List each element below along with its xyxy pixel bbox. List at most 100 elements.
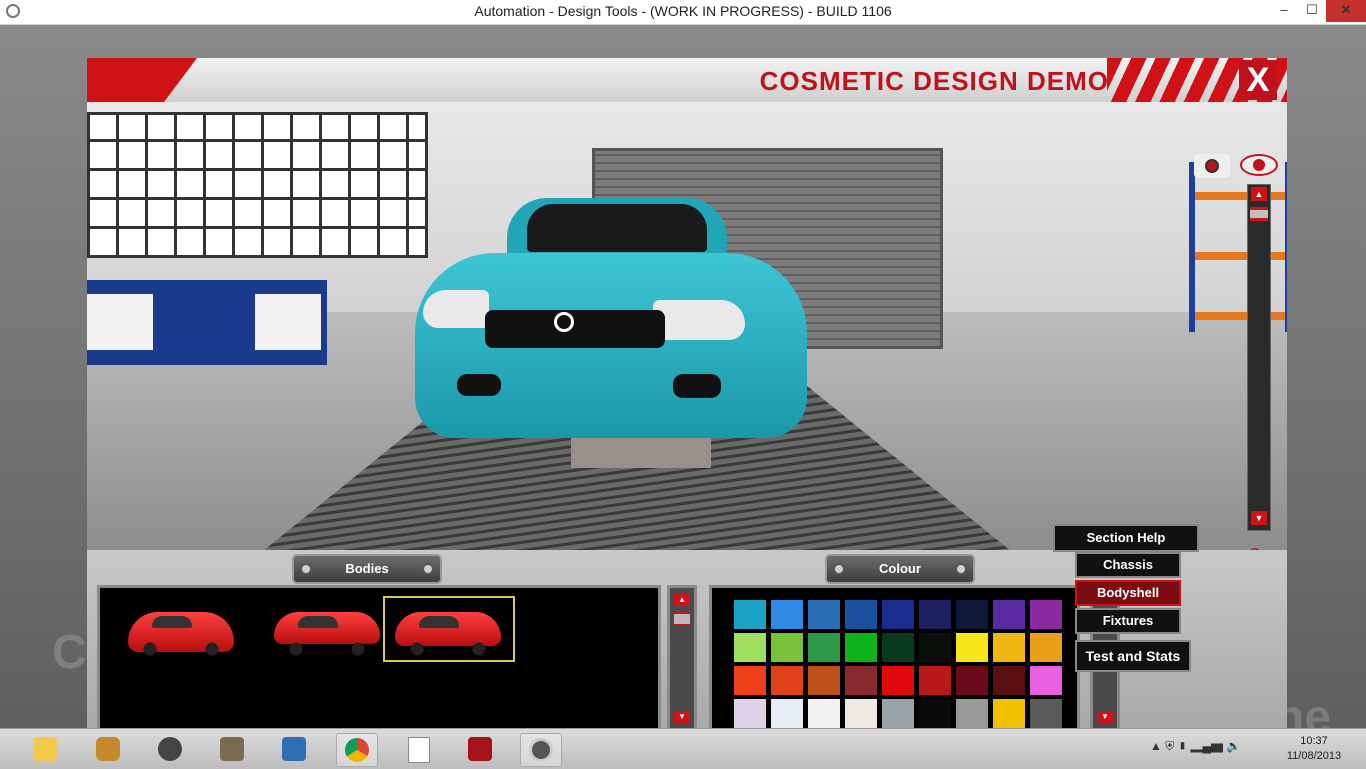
bolt-icon	[422, 563, 434, 575]
car-vent-left	[457, 374, 501, 396]
speaker-icon	[158, 737, 182, 761]
close-window-button[interactable]: ✕	[1326, 0, 1366, 22]
doc-icon	[220, 737, 244, 761]
colour-swatch[interactable]	[808, 600, 840, 629]
car-model[interactable]	[415, 198, 807, 498]
close-demo-button[interactable]: X	[1239, 60, 1277, 100]
zoom-slider-thumb[interactable]	[1250, 207, 1268, 221]
maximize-button[interactable]: ☐	[1298, 0, 1326, 22]
clock[interactable]: 10:37 11/08/2013	[1282, 734, 1346, 764]
colour-swatch[interactable]	[1030, 600, 1062, 629]
colour-swatch[interactable]	[956, 699, 988, 728]
car-windshield	[527, 204, 707, 252]
body-option-hatchback[interactable]	[118, 598, 248, 662]
bodies-list	[97, 585, 661, 734]
colour-swatch[interactable]	[808, 633, 840, 662]
window-titlebar: Automation - Design Tools - (WORK IN PRO…	[0, 0, 1366, 25]
workbench	[87, 280, 327, 365]
colour-swatch[interactable]	[1030, 633, 1062, 662]
bodyshell-button[interactable]: Bodyshell	[1075, 580, 1181, 606]
app-icon	[96, 737, 120, 761]
demo-title: COSMETIC DESIGN DEMO	[759, 66, 1109, 96]
bodies-scrollbar[interactable]: ▲ ▼	[667, 585, 697, 734]
bolt-icon	[833, 563, 845, 575]
scroll-down-button[interactable]: ▼	[674, 711, 690, 723]
section-help-button[interactable]: Section Help	[1053, 524, 1199, 552]
colour-swatch[interactable]	[919, 699, 951, 728]
colour-swatch[interactable]	[771, 633, 803, 662]
colour-swatch[interactable]	[919, 666, 951, 695]
automation-icon	[529, 738, 553, 762]
fixtures-button[interactable]: Fixtures	[1075, 608, 1181, 634]
taskbar-file[interactable]	[398, 733, 438, 765]
scroll-down-button[interactable]: ▼	[1097, 711, 1113, 723]
bolt-icon	[955, 563, 967, 575]
taskbar-app-blue[interactable]	[274, 733, 314, 765]
power-icon	[468, 737, 492, 761]
body-option-coupe-selected[interactable]	[383, 596, 515, 662]
colour-swatch[interactable]	[919, 600, 951, 629]
system-tray[interactable]: ▲ ⛨ ▮ ▂▄▆ 🔈	[1150, 739, 1241, 754]
colour-swatch[interactable]	[808, 699, 840, 728]
reset-view-icon[interactable]: ⊗	[1240, 542, 1270, 550]
bolt-icon	[300, 563, 312, 575]
colour-swatch[interactable]	[808, 666, 840, 695]
eye-icon[interactable]	[1240, 154, 1278, 176]
colour-swatch[interactable]	[845, 600, 877, 629]
minimize-button[interactable]: –	[1270, 0, 1298, 22]
taskbar-doc-app[interactable]	[212, 733, 252, 765]
car-headlight-left	[423, 290, 489, 328]
taskbar-speaker-app[interactable]	[150, 733, 190, 765]
zoom-slider[interactable]: ▲ ▼	[1247, 184, 1271, 531]
colour-swatch[interactable]	[993, 666, 1025, 695]
background-text-left: C	[52, 626, 87, 679]
folder-icon	[33, 737, 57, 761]
colour-swatch[interactable]	[993, 633, 1025, 662]
colour-swatch[interactable]	[771, 600, 803, 629]
taskbar-app[interactable]	[88, 733, 128, 765]
colour-swatch[interactable]	[845, 699, 877, 728]
car-lift	[571, 436, 711, 468]
body-option-sedan[interactable]	[264, 598, 394, 662]
colour-swatch[interactable]	[734, 699, 766, 728]
colour-swatch[interactable]	[734, 600, 766, 629]
colour-swatch[interactable]	[734, 633, 766, 662]
taskbar-automation[interactable]	[520, 733, 562, 767]
car-vent-right	[673, 374, 721, 398]
demo-header: COSMETIC DESIGN DEMO X	[87, 58, 1287, 104]
app-icon	[282, 737, 306, 761]
garage-windows	[87, 112, 428, 258]
colour-swatch[interactable]	[845, 666, 877, 695]
colour-swatch[interactable]	[845, 633, 877, 662]
taskbar-power-app[interactable]	[460, 733, 500, 765]
test-and-stats-button[interactable]: Test and Stats	[1075, 640, 1191, 672]
scroll-up-button[interactable]: ▲	[674, 594, 690, 606]
car-logo-icon	[554, 312, 574, 332]
chassis-button[interactable]: Chassis	[1075, 552, 1181, 578]
scroll-thumb[interactable]	[674, 612, 690, 626]
colour-swatch[interactable]	[993, 600, 1025, 629]
colour-swatch[interactable]	[882, 699, 914, 728]
colour-swatch[interactable]	[882, 600, 914, 629]
colour-swatch[interactable]	[993, 699, 1025, 728]
zoom-down-button[interactable]: ▼	[1251, 511, 1267, 525]
colour-swatch[interactable]	[734, 666, 766, 695]
colour-header: Colour	[825, 554, 975, 584]
colour-swatch[interactable]	[919, 633, 951, 662]
camera-icon[interactable]	[1194, 154, 1230, 178]
colour-swatch[interactable]	[1030, 699, 1062, 728]
clock-date: 11/08/2013	[1286, 750, 1342, 762]
colour-swatch[interactable]	[882, 633, 914, 662]
colour-swatch[interactable]	[771, 699, 803, 728]
taskbar-chrome[interactable]	[336, 733, 378, 767]
colour-swatch[interactable]	[956, 633, 988, 662]
colour-swatch[interactable]	[956, 666, 988, 695]
colour-swatch[interactable]	[1030, 666, 1062, 695]
colour-swatch[interactable]	[882, 666, 914, 695]
colour-swatch[interactable]	[771, 666, 803, 695]
taskbar: ▲ ⛨ ▮ ▂▄▆ 🔈 10:37 11/08/2013	[0, 728, 1366, 769]
taskbar-explorer[interactable]	[25, 733, 65, 765]
zoom-up-button[interactable]: ▲	[1251, 187, 1267, 201]
colour-swatch[interactable]	[956, 600, 988, 629]
3d-viewport[interactable]: ▲ ▼ ⊗	[87, 102, 1287, 550]
